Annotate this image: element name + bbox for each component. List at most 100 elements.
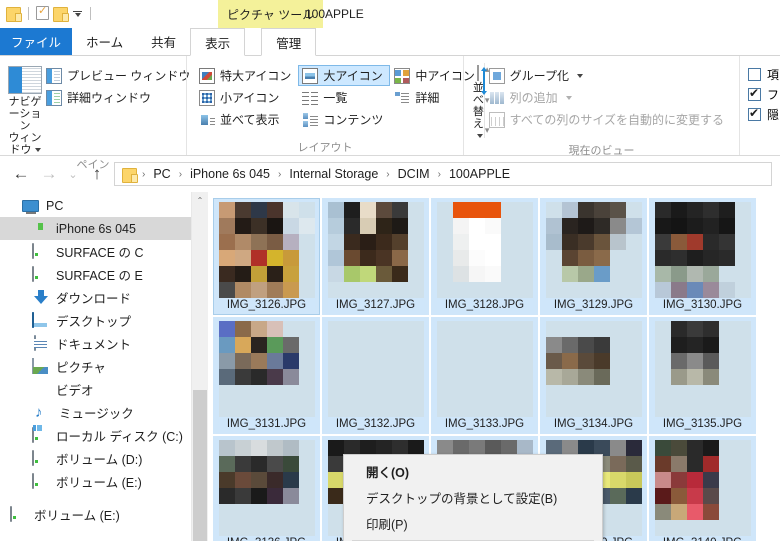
navigation-pane-button[interactable]: ナビゲーション ウィンドウ (8, 63, 42, 156)
tab-share[interactable]: 共有 (137, 28, 190, 55)
group-by-button[interactable]: グループ化 (485, 65, 731, 86)
file-tile[interactable]: IMG_3132.JPG (322, 317, 429, 434)
sort-button[interactable]: 並べ替え (472, 63, 487, 142)
context-menu-item[interactable]: デスクトップの背景として設定(B) (344, 484, 602, 510)
sidebar-item-surface-e[interactable]: SURFACE の E (0, 263, 208, 286)
desktop-icon (32, 311, 49, 329)
sidebar-item-label: ビデオ (56, 384, 94, 398)
breadcrumb-separator: › (386, 168, 390, 180)
chevron-down-icon[interactable] (72, 8, 83, 19)
file-tile[interactable]: IMG_3126.JPG (213, 198, 320, 315)
properties-icon[interactable] (36, 4, 49, 20)
file-tile[interactable]: IMG_3127.JPG (322, 198, 429, 315)
sidebar-item-downloads[interactable]: ダウンロード (0, 286, 208, 309)
add-columns-label: 列の追加 (509, 91, 558, 105)
sidebar-item-local-disk-c[interactable]: ローカル ディスク (C:) (0, 424, 208, 447)
view-content[interactable]: コンテンツ (298, 109, 390, 130)
file-name: IMG_3129.JPG (553, 299, 634, 311)
file-thumbnail (545, 202, 642, 298)
sidebar-item-label: SURFACE の E (56, 269, 143, 283)
add-columns-button[interactable]: 列の追加 (485, 87, 731, 108)
scrollbar-thumb[interactable] (193, 390, 207, 541)
sidebar-item-pictures[interactable]: ピクチャ (0, 355, 208, 378)
tiles-view-icon (199, 112, 215, 128)
file-tile[interactable]: IMG_3130.JPG (649, 198, 756, 315)
panes-options: プレビュー ウィンドウ 詳細ウィンドウ (42, 63, 197, 108)
checkbox-hidden-items[interactable]: 隠 (748, 106, 779, 123)
sidebar-item-volume-e-root[interactable]: ボリューム (E:) (0, 503, 208, 526)
file-thumbnail (654, 202, 751, 298)
sidebar-item-volume-d[interactable]: ボリューム (D:) (0, 447, 208, 470)
file-thumbnail (545, 321, 642, 417)
sidebar-item-documents[interactable]: ドキュメント (0, 332, 208, 355)
chevron-down-icon (34, 148, 41, 153)
tab-file[interactable]: ファイル (0, 28, 73, 55)
drive-icon (32, 449, 49, 467)
view-tiles[interactable]: 並べて表示 (195, 109, 298, 130)
file-tile[interactable]: IMG_3136.JPG (213, 436, 320, 541)
sidebar-item-label: PC (46, 198, 64, 213)
context-menu: 開く(O)デスクトップの背景として設定(B)印刷(P)切り取り(T)コピー(C)… (343, 454, 603, 541)
group-by-label: グループ化 (509, 69, 569, 83)
view-list-label: 一覧 (323, 91, 348, 105)
checkbox-file-name-extensions[interactable]: フ (748, 86, 779, 103)
quick-access-toolbar (0, 0, 94, 26)
group-label-show-hide (740, 138, 780, 155)
breadcrumb-dcim[interactable]: DCIM (393, 165, 435, 183)
navigation-scrollbar[interactable]: ⌃ (191, 192, 208, 541)
file-tile[interactable]: IMG_3134.JPG (540, 317, 647, 434)
breadcrumb-100apple[interactable]: 100APPLE (444, 165, 515, 183)
checkbox-unchecked-icon (748, 68, 761, 81)
sidebar-item-surface-c[interactable]: SURFACE の C (0, 240, 208, 263)
qat-divider-1 (28, 6, 29, 20)
view-large-icons[interactable]: 大アイコン (298, 65, 391, 86)
file-thumbnail (218, 440, 315, 536)
breadcrumb-internal-storage[interactable]: Internal Storage (284, 165, 383, 183)
group-by-icon (488, 67, 505, 84)
breadcrumb[interactable]: › PC › iPhone 6s 045 › Internal Storage … (114, 162, 772, 186)
documents-icon (32, 334, 49, 352)
pc-icon (22, 200, 39, 214)
details-pane-button[interactable]: 詳細ウィンドウ (42, 87, 197, 108)
sidebar-item-videos[interactable]: ビデオ (0, 378, 208, 401)
tab-home[interactable]: ホーム (72, 28, 137, 55)
file-tile[interactable]: IMG_3129.JPG (540, 198, 647, 315)
breadcrumb-separator: › (437, 168, 441, 180)
sidebar-item-label: ドキュメント (56, 338, 132, 352)
tab-manage[interactable]: 管理 (261, 28, 317, 56)
context-menu-item[interactable]: 開く(O) (344, 458, 602, 484)
sidebar-item-label: ボリューム (E:) (56, 476, 142, 490)
tab-view[interactable]: 表示 (190, 28, 246, 56)
breadcrumb-iphone[interactable]: iPhone 6s 045 (185, 165, 275, 183)
new-folder-icon[interactable] (53, 6, 69, 22)
view-list[interactable]: 一覧 (298, 87, 390, 108)
music-icon: ♪ (35, 404, 43, 421)
file-tile[interactable]: IMG_3135.JPG (649, 317, 756, 434)
view-extra-large-icons[interactable]: 特大アイコン (195, 65, 298, 86)
file-tile[interactable]: IMG_3131.JPG (213, 317, 320, 434)
preview-pane-label: プレビュー ウィンドウ (67, 69, 191, 83)
context-menu-item[interactable]: 印刷(P) (344, 510, 602, 536)
sidebar-item-pc[interactable]: PC (0, 194, 208, 217)
view-small-icons[interactable]: 小アイコン (195, 87, 298, 108)
sidebar-item-desktop[interactable]: デスクトップ (0, 309, 208, 332)
autofit-columns-button[interactable]: すべての列のサイズを自動的に変更する (485, 109, 731, 130)
sidebar-item-label: ミュージック (59, 407, 134, 421)
preview-pane-button[interactable]: プレビュー ウィンドウ (42, 65, 197, 86)
sidebar-item-volume-e[interactable]: ボリューム (E:) (0, 470, 208, 493)
file-name: IMG_3130.JPG (662, 299, 743, 311)
file-name: IMG_3136.JPG (227, 536, 306, 541)
sidebar-item-label: ボリューム (D:) (56, 453, 143, 467)
file-tile[interactable]: IMG_3128.JPG (431, 198, 538, 315)
sidebar-item-label: ローカル ディスク (C:) (56, 430, 183, 444)
sidebar-item-music[interactable]: ♪ ミュージック (0, 401, 208, 424)
file-tile[interactable]: IMG_3133.JPG (431, 317, 538, 434)
scroll-up-icon[interactable]: ⌃ (192, 192, 208, 209)
navigation-pane: PC iPhone 6s 045 SURFACE の C SURFACE の E… (0, 192, 208, 541)
sidebar-item-iphone[interactable]: iPhone 6s 045 (0, 217, 208, 240)
file-thumbnail (327, 202, 424, 298)
file-tile[interactable]: IMG_3140.JPG (649, 436, 756, 541)
folder-icon[interactable] (6, 6, 22, 22)
checkbox-item-checkboxes[interactable]: 項 (748, 66, 779, 83)
sort-dropdown[interactable] (474, 130, 483, 142)
